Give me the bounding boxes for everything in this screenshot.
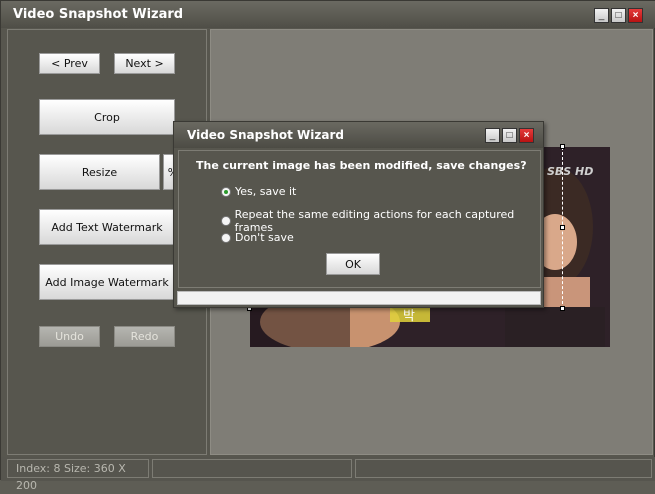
radio-icon[interactable] (221, 216, 231, 226)
crop-handle[interactable] (560, 144, 565, 149)
radio-selected-icon[interactable] (221, 186, 231, 197)
dialog-body: The current image has been modified, sav… (178, 150, 541, 288)
window-title: Video Snapshot Wizard (13, 7, 184, 22)
dialog-title: Video Snapshot Wizard (187, 128, 344, 142)
resize-button[interactable]: Resize (39, 154, 160, 190)
minimize-button[interactable]: _ (594, 8, 609, 23)
option-label: Yes, save it (235, 185, 297, 198)
redo-button[interactable]: Redo (114, 326, 175, 347)
crop-handle[interactable] (560, 225, 565, 230)
save-changes-dialog: Video Snapshot Wizard _ □ × The current … (173, 121, 544, 308)
dialog-footer-bar (177, 291, 541, 305)
dialog-maximize-button[interactable]: □ (502, 128, 517, 143)
status-index-size: Index: 8 Size: 360 X 200 (7, 459, 149, 492)
undo-button[interactable]: Undo (39, 326, 100, 347)
title-bar[interactable]: Video Snapshot Wizard _ □ × (1, 1, 655, 28)
add-image-watermark-button[interactable]: Add Image Watermark (39, 264, 175, 300)
status-cell (355, 459, 652, 478)
radio-icon[interactable] (221, 232, 231, 243)
close-button[interactable]: × (628, 8, 643, 23)
next-button[interactable]: Next > (114, 53, 175, 74)
prev-button[interactable]: < Prev (39, 53, 100, 74)
add-text-watermark-button[interactable]: Add Text Watermark (39, 209, 175, 245)
option-dont-save[interactable]: Don't save (221, 231, 294, 244)
option-yes-save[interactable]: Yes, save it (221, 185, 296, 198)
option-label: Don't save (235, 231, 294, 244)
crop-button[interactable]: Crop (39, 99, 175, 135)
maximize-button[interactable]: □ (611, 8, 626, 23)
status-bar: Index: 8 Size: 360 X 200 (1, 457, 655, 492)
status-cell (152, 459, 352, 478)
dialog-title-bar[interactable]: Video Snapshot Wizard _ □ × (174, 122, 543, 148)
ok-button[interactable]: OK (326, 253, 380, 275)
dialog-message: The current image has been modified, sav… (196, 159, 527, 172)
dialog-minimize-button[interactable]: _ (485, 128, 500, 143)
dialog-close-button[interactable]: × (519, 128, 534, 143)
crop-handle[interactable] (560, 306, 565, 311)
